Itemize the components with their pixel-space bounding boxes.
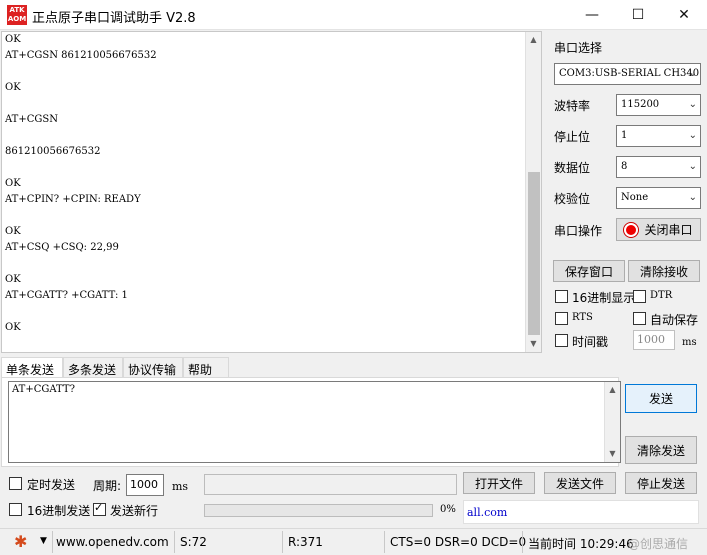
received-count: R:371 bbox=[288, 535, 323, 549]
close-window-button[interactable]: ✕ bbox=[661, 0, 707, 30]
tab-multi-send[interactable]: 多条发送 bbox=[63, 357, 123, 378]
receive-scrollbar[interactable]: ▲ ▼ bbox=[525, 32, 541, 352]
timestamp-input[interactable]: 1000 bbox=[633, 330, 675, 350]
timestamp-checkbox[interactable] bbox=[555, 334, 568, 347]
close-port-button[interactable]: 关闭串口 bbox=[616, 218, 701, 241]
timed-send-checkbox[interactable] bbox=[9, 477, 22, 490]
databit-select[interactable]: 8 ⌄ bbox=[616, 156, 701, 178]
port-status-icon bbox=[624, 222, 639, 237]
website-link[interactable]: www.openedv.com bbox=[56, 535, 169, 549]
baud-select[interactable]: 115200 ⌄ bbox=[616, 94, 701, 116]
chevron-down-icon: ⌄ bbox=[688, 99, 697, 110]
rts-label: RTS bbox=[572, 312, 593, 323]
scroll-down-icon[interactable]: ▼ bbox=[526, 336, 541, 352]
chevron-down-icon: ⌄ bbox=[688, 130, 697, 141]
link-input[interactable]: all.com bbox=[463, 500, 699, 524]
hex-display-checkbox[interactable] bbox=[555, 290, 568, 303]
tab-help[interactable]: 帮助 bbox=[183, 357, 229, 378]
databit-select-value: 8 bbox=[621, 161, 628, 172]
sent-count: S:72 bbox=[180, 535, 207, 549]
chevron-down-icon: ⌄ bbox=[688, 68, 697, 79]
send-scrollbar[interactable]: ▲ ▼ bbox=[604, 382, 620, 462]
period-input[interactable]: 1000 bbox=[126, 474, 164, 496]
hex-send-label: 16进制发送 bbox=[27, 504, 91, 518]
chevron-down-icon[interactable]: ▼ bbox=[40, 536, 47, 546]
timed-send-label: 定时发送 bbox=[27, 478, 76, 492]
baud-label: 波特率 bbox=[554, 99, 591, 113]
app-logo: ATK AOM bbox=[7, 5, 27, 25]
port-label: 串口选择 bbox=[554, 41, 603, 55]
scroll-down-icon[interactable]: ▼ bbox=[605, 446, 620, 462]
hex-display-label: 16进制显示 bbox=[572, 291, 636, 305]
clear-receive-button[interactable]: 清除接收 bbox=[628, 260, 700, 282]
chevron-down-icon: ⌄ bbox=[688, 192, 697, 203]
title-bar: ATK AOM 正点原子串口调试助手 V2.8 — ☐ ✕ bbox=[0, 0, 707, 30]
baud-select-value: 115200 bbox=[621, 99, 660, 110]
auto-save-label: 自动保存 bbox=[650, 313, 699, 327]
save-window-button[interactable]: 保存窗口 bbox=[553, 260, 625, 282]
dtr-checkbox[interactable] bbox=[633, 290, 646, 303]
stopbit-select-value: 1 bbox=[621, 130, 628, 141]
port-select[interactable]: COM3:USB-SERIAL CH340 ⌄ bbox=[554, 63, 701, 85]
open-file-button[interactable]: 打开文件 bbox=[463, 472, 535, 494]
minimize-button[interactable]: — bbox=[569, 0, 615, 30]
receive-textarea[interactable]: OK AT+CGSN 861210056676532 OK AT+CGSN 86… bbox=[1, 31, 542, 353]
timestamp-unit: ms bbox=[682, 337, 697, 348]
tab-protocol[interactable]: 协议传输 bbox=[123, 357, 183, 378]
rts-checkbox[interactable] bbox=[555, 312, 568, 325]
databit-label: 数据位 bbox=[554, 161, 591, 175]
status-bar: ✱ ▼ www.openedv.com S:72 R:371 CTS=0 DSR… bbox=[0, 528, 707, 555]
send-file-button[interactable]: 发送文件 bbox=[544, 472, 616, 494]
file-path-box bbox=[204, 474, 457, 495]
scroll-up-icon[interactable]: ▲ bbox=[526, 32, 541, 48]
parity-label: 校验位 bbox=[554, 192, 591, 206]
dtr-label: DTR bbox=[650, 290, 673, 301]
port-select-value: COM3:USB-SERIAL CH340 bbox=[559, 68, 700, 79]
send-newline-checkbox[interactable] bbox=[93, 501, 106, 516]
tab-single-send[interactable]: 单条发送 bbox=[1, 357, 63, 379]
send-text: AT+CGATT? bbox=[12, 384, 75, 395]
current-time: 当前时间 10:29:46 bbox=[528, 537, 634, 551]
parity-select[interactable]: None ⌄ bbox=[616, 187, 701, 209]
signal-status: CTS=0 DSR=0 DCD=0 bbox=[390, 535, 527, 549]
timestamp-label: 时间戳 bbox=[572, 335, 609, 349]
close-port-label: 关闭串口 bbox=[644, 223, 693, 237]
progress-text: 0% bbox=[440, 504, 456, 515]
stopbit-select[interactable]: 1 ⌄ bbox=[616, 125, 701, 147]
watermark: @创思通信 bbox=[628, 537, 689, 551]
stop-send-button[interactable]: 停止发送 bbox=[625, 472, 697, 494]
scroll-up-icon[interactable]: ▲ bbox=[605, 382, 620, 398]
operation-label: 串口操作 bbox=[554, 224, 603, 238]
hex-send-checkbox[interactable] bbox=[9, 503, 22, 516]
send-button[interactable]: 发送 bbox=[625, 384, 697, 413]
scrollbar-thumb[interactable] bbox=[528, 172, 540, 335]
gear-icon[interactable]: ✱ bbox=[14, 532, 27, 551]
parity-select-value: None bbox=[621, 192, 649, 203]
receive-text: OK AT+CGSN 861210056676532 OK AT+CGSN 86… bbox=[5, 34, 157, 333]
period-label: 周期: bbox=[93, 479, 122, 493]
stopbit-label: 停止位 bbox=[554, 130, 591, 144]
auto-save-checkbox[interactable] bbox=[633, 312, 646, 325]
maximize-button[interactable]: ☐ bbox=[615, 0, 661, 30]
send-textarea[interactable]: AT+CGATT? ▲ ▼ bbox=[8, 381, 621, 463]
send-progress-bar bbox=[204, 504, 433, 517]
window-title: 正点原子串口调试助手 V2.8 bbox=[32, 11, 196, 26]
chevron-down-icon: ⌄ bbox=[688, 161, 697, 172]
clear-send-button[interactable]: 清除发送 bbox=[625, 436, 697, 464]
period-unit: ms bbox=[172, 480, 189, 493]
send-newline-label: 发送新行 bbox=[110, 504, 159, 518]
